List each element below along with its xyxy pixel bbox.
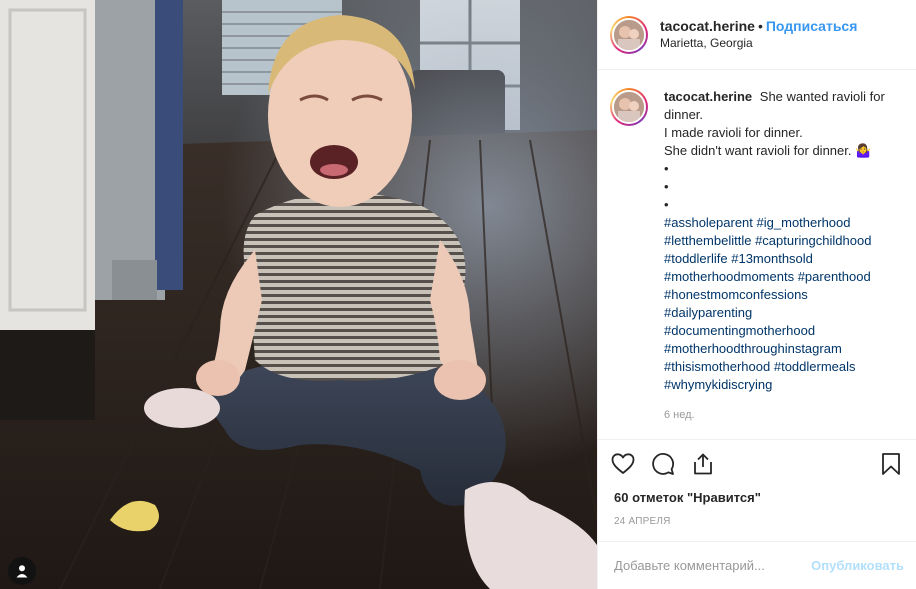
- caption-line: She didn't want ravioli for dinner. 🤷‍♀️: [664, 143, 872, 158]
- hashtag-link[interactable]: #toddlerlife: [664, 251, 728, 266]
- share-icon[interactable]: [690, 451, 716, 477]
- action-bar: [598, 439, 916, 487]
- comment-input[interactable]: [614, 558, 812, 573]
- hashtag-link[interactable]: #13monthsold: [731, 251, 813, 266]
- comments-section: tacocat.herine She wanted ravioli for di…: [598, 70, 916, 439]
- hashtag-link[interactable]: #documentingmotherhood: [664, 323, 815, 338]
- post-side-panel: tacocat.herine • Подписаться Marietta, Geo…: [597, 0, 916, 589]
- caption-time-ago[interactable]: 6 нед.: [664, 406, 900, 424]
- separator-dot: •: [757, 17, 763, 34]
- post-header: tacocat.herine • Подписаться Marietta, Geo…: [598, 0, 916, 70]
- publish-button[interactable]: Опубликовать: [811, 558, 904, 573]
- hashtag-link[interactable]: #honestmomconfessions: [664, 287, 808, 302]
- post-photo[interactable]: [0, 0, 597, 589]
- photo-crying-toddler: [0, 0, 597, 589]
- post-date[interactable]: 24 АПРЕЛЯ: [598, 509, 916, 533]
- caption-bullet: •: [664, 161, 669, 176]
- hashtag-link[interactable]: #capturingchildhood: [755, 233, 871, 248]
- hashtag-link[interactable]: #dailyparenting: [664, 305, 752, 320]
- hashtag-link[interactable]: #thisismotherhood: [664, 359, 770, 374]
- caption-bullet: •: [664, 197, 669, 212]
- author-username[interactable]: tacocat.herine: [660, 18, 755, 34]
- hashtag-link[interactable]: #motherhoodmoments: [664, 269, 794, 284]
- author-avatar[interactable]: [610, 15, 648, 54]
- caption-bullet: •: [664, 179, 669, 194]
- caption: tacocat.herine She wanted ravioli for di…: [610, 88, 904, 424]
- caption-username[interactable]: tacocat.herine: [664, 89, 752, 104]
- tagged-users-button[interactable]: [8, 557, 36, 585]
- caption-author-avatar[interactable]: [610, 88, 648, 126]
- caption-line: tacocat.herine She wanted ravioli for di…: [664, 89, 885, 122]
- avatar-photo: [614, 19, 644, 50]
- likes-count[interactable]: 60 отметок "Нравится": [598, 487, 916, 509]
- heart-icon[interactable]: [610, 451, 636, 477]
- hashtag-list: #assholeparent #ig_motherhood #letthembe…: [664, 214, 900, 394]
- post-location[interactable]: Marietta, Georgia: [660, 35, 857, 52]
- hashtag-link[interactable]: #ig_motherhood: [757, 215, 851, 230]
- bookmark-icon[interactable]: [878, 451, 904, 477]
- comment-icon[interactable]: [650, 451, 676, 477]
- instagram-post: tacocat.herine • Подписаться Marietta, Geo…: [0, 0, 916, 589]
- hashtag-link[interactable]: #assholeparent: [664, 215, 753, 230]
- follow-button[interactable]: Подписаться: [766, 18, 858, 34]
- avatar-photo: [614, 92, 644, 122]
- caption-line: I made ravioli for dinner.: [664, 125, 803, 140]
- hashtag-link[interactable]: #letthembelittle: [664, 233, 751, 248]
- hashtag-link[interactable]: #toddlermeals: [774, 359, 856, 374]
- hashtag-link[interactable]: #whymykidiscrying: [664, 377, 772, 392]
- user-icon: [16, 565, 28, 578]
- add-comment-form: Опубликовать: [598, 541, 916, 589]
- hashtag-link[interactable]: #motherhoodthroughinstagram: [664, 341, 842, 356]
- hashtag-link[interactable]: #parenthood: [798, 269, 871, 284]
